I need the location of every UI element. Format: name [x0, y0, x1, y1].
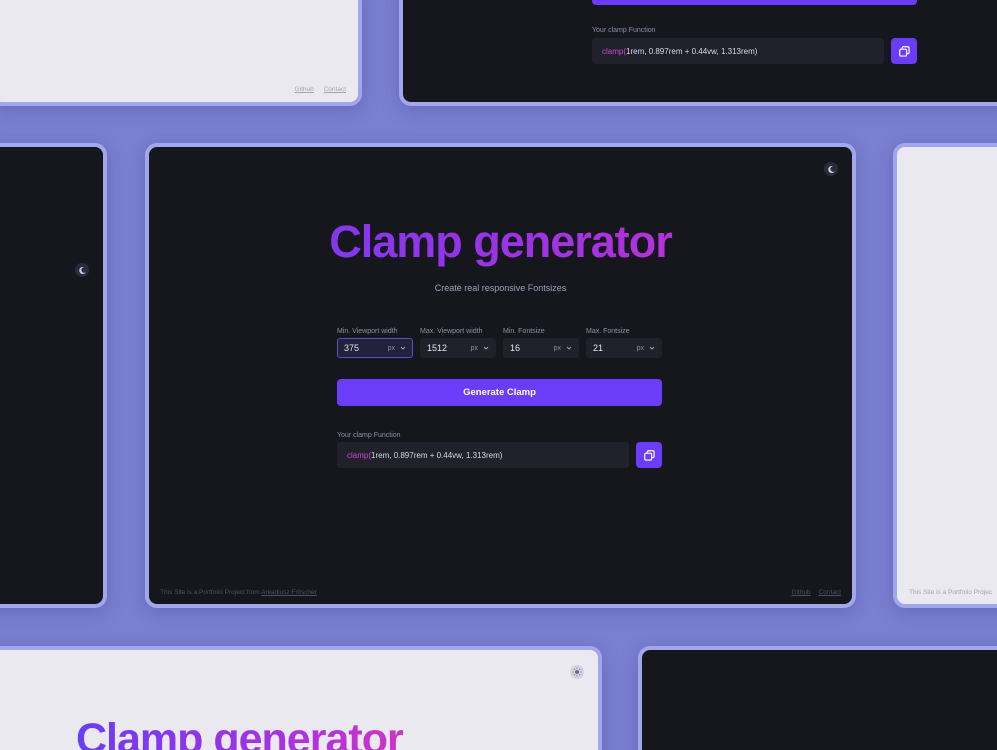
main-app-window: Clamp generator Create real responsive F… [145, 143, 856, 608]
page-title: Clamp generator [76, 712, 404, 750]
light-frame-bottom-left: Clamp generator [0, 646, 602, 750]
field-label: Min. Fontsize [503, 328, 545, 335]
field-label: Max. Viewport width [420, 328, 483, 335]
unit-select[interactable]: px [554, 345, 561, 352]
clamp-close: ) [754, 46, 758, 56]
field-value: 16 [510, 343, 521, 353]
copy-button[interactable] [891, 38, 917, 64]
footer-link-contact[interactable]: Contact [819, 589, 841, 596]
moon-icon [78, 266, 86, 274]
clamp-output-field[interactable]: clamp( 1rem, 0.897rem + 0.44vw, 1.313rem… [337, 442, 629, 468]
unit-select[interactable]: px [471, 345, 478, 352]
chevron-down-icon[interactable] [483, 345, 489, 351]
field-label: Min. Viewport width [337, 328, 398, 335]
light-frame-right: This Site is a Portfolio Projec [893, 143, 997, 608]
theme-toggle-button[interactable] [824, 162, 838, 176]
field-min-fontsize: Min. Fontsize 16 px [503, 327, 579, 358]
page-subtitle: Create real responsive Fontsizes [434, 283, 567, 293]
generate-button-edge [592, 0, 917, 5]
footer-link-github[interactable]: Github [791, 589, 810, 596]
generate-clamp-button[interactable]: Generate Clamp [337, 379, 662, 406]
field-max-fontsize: Max. Fontsize 21 px [586, 327, 662, 358]
footer-text: This Site is a Portfolio Projec [909, 589, 993, 596]
sun-icon [572, 667, 582, 677]
copy-button[interactable] [636, 442, 662, 468]
unit-select[interactable]: px [637, 345, 644, 352]
clamp-args: 1rem, 0.897rem + 0.44vw, 1.313rem [371, 450, 500, 460]
clamp-fn-name: clamp( [347, 450, 372, 460]
theme-toggle-button[interactable] [75, 263, 89, 277]
footer-links: Github Contact [783, 589, 841, 596]
dark-frame-top-right: Your clamp Function clamp( 1rem, 0.897re… [399, 0, 997, 106]
max-viewport-input[interactable]: 1512 px [420, 338, 496, 358]
input-fields: Min. Viewport width 375 px Max. Viewport… [337, 327, 667, 361]
chevron-down-icon[interactable] [400, 345, 406, 351]
field-value: 375 [344, 343, 360, 353]
field-max-viewport: Max. Viewport width 1512 px [420, 327, 496, 358]
output-box: clamp( 1rem, 0.897rem + 0.44vw, 1.313rem… [592, 38, 884, 64]
output-label: Your clamp Function [592, 27, 656, 34]
field-label: Max. Fontsize [586, 328, 630, 335]
author-link[interactable]: Arkadiusz Fritscher [261, 589, 317, 596]
dark-frame-bottom-right [638, 646, 997, 750]
footer-credit: This Site is a Portfolio Project from Ar… [160, 589, 317, 596]
field-min-viewport: Min. Viewport width 375 px [337, 327, 413, 358]
max-fontsize-input[interactable]: 21 px [586, 338, 662, 358]
footer-links: Github Contact [287, 86, 346, 93]
chevron-down-icon[interactable] [566, 345, 572, 351]
light-frame-top-left: Github Contact [0, 0, 362, 106]
copy-icon [643, 449, 655, 461]
min-fontsize-input[interactable]: 16 px [503, 338, 579, 358]
unit-select[interactable]: px [388, 345, 395, 352]
clamp-fn-name: clamp( [602, 46, 627, 56]
output-label: Your clamp Function [337, 432, 401, 439]
clamp-args: 1rem, 0.897rem + 0.44vw, 1.313rem [626, 46, 755, 56]
footer-text: This Site is a Portfolio Project from [160, 589, 262, 596]
field-value: 21 [593, 343, 604, 353]
footer-link-contact[interactable]: Contact [324, 86, 346, 93]
theme-toggle-button[interactable] [570, 665, 584, 679]
chevron-down-icon[interactable] [649, 345, 655, 351]
clamp-close: ) [499, 450, 503, 460]
min-viewport-input[interactable]: 375 px [337, 338, 413, 358]
footer-link-github[interactable]: Github [295, 86, 314, 93]
copy-icon [898, 45, 910, 57]
page-title: Clamp generator [149, 215, 852, 269]
moon-icon [827, 165, 835, 173]
dark-frame-left [0, 143, 107, 608]
field-value: 1512 [427, 343, 448, 353]
showcase-stage: Github Contact Your clamp Function clamp… [0, 0, 997, 750]
